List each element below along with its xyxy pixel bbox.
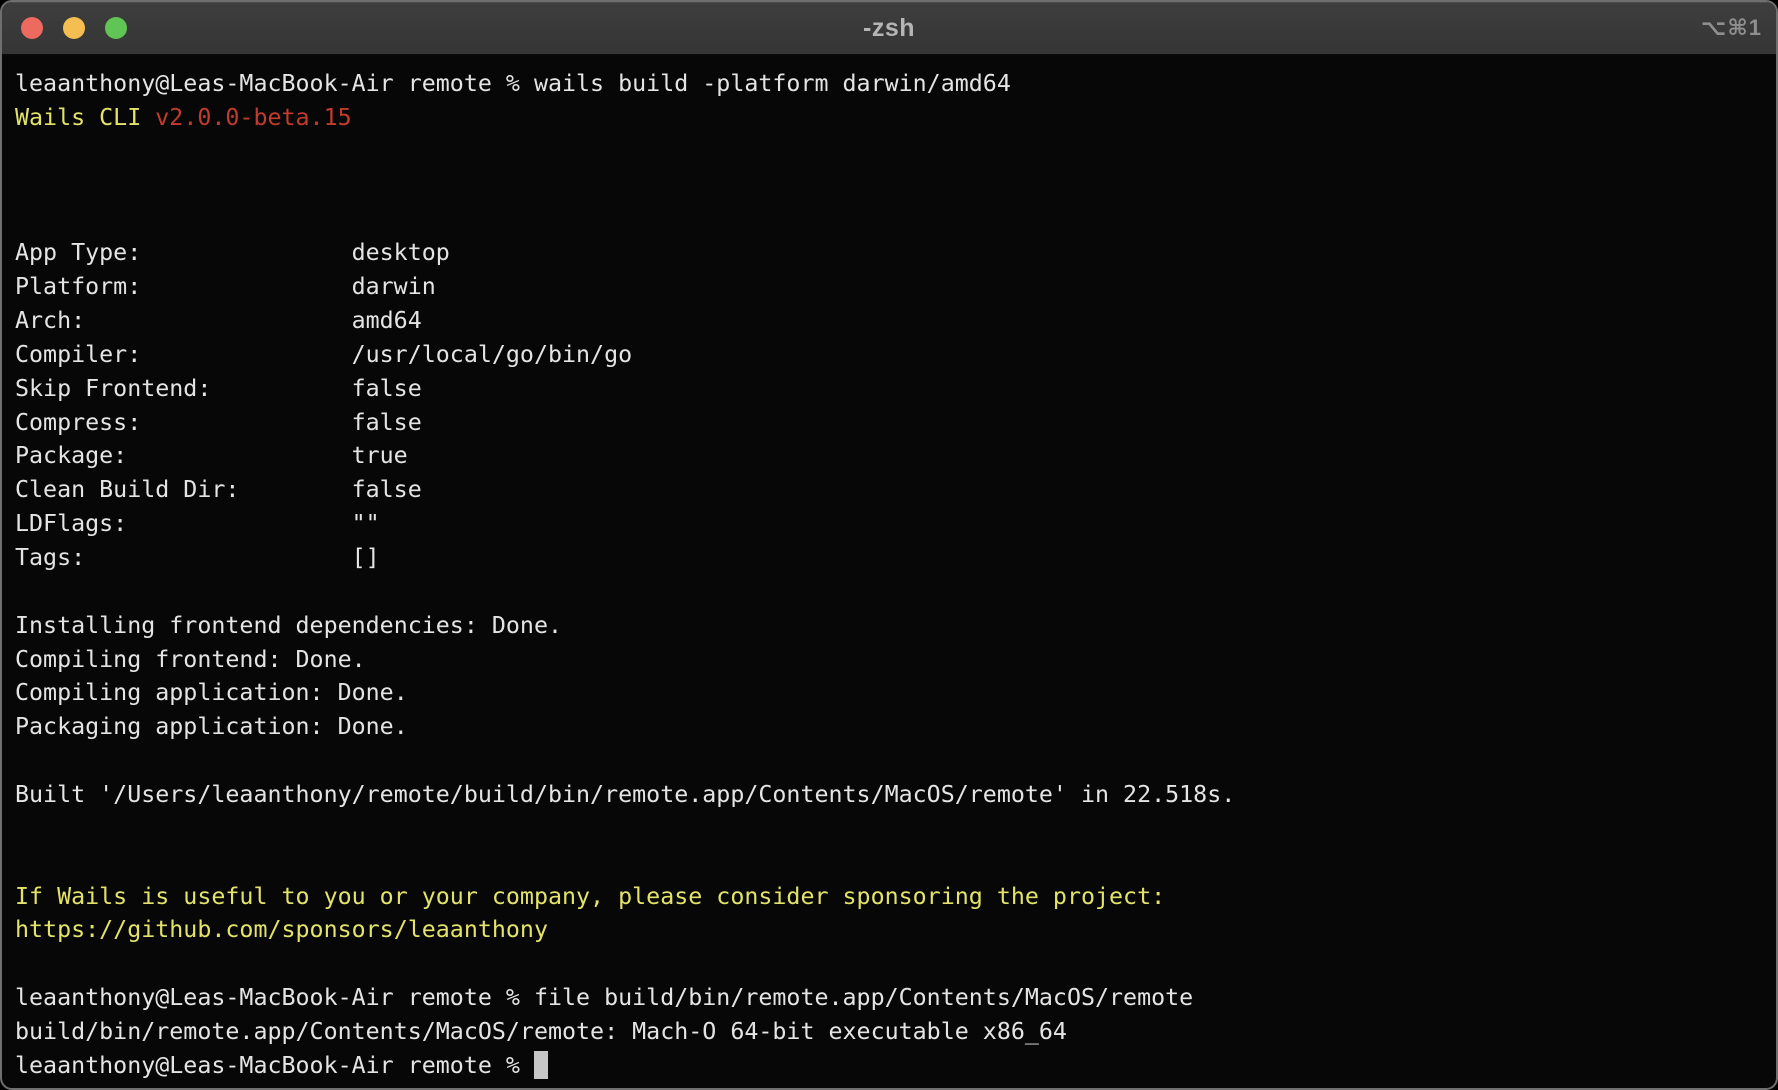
config-value: ""	[352, 510, 380, 537]
window-shortcut-badge: ⌥⌘1	[1701, 2, 1762, 54]
status-line: Packaging application: Done.	[15, 710, 1766, 744]
config-label: Package:	[15, 439, 352, 473]
status-line: Compiling application: Done.	[15, 676, 1766, 710]
config-value: false	[352, 476, 422, 503]
text-segment: Compiling application: Done.	[15, 679, 408, 706]
config-row: App Type:desktop	[15, 236, 1766, 270]
status-line: Installing frontend dependencies: Done.	[15, 609, 1766, 643]
blank-line	[15, 812, 1766, 846]
config-value: /usr/local/go/bin/go	[352, 341, 633, 368]
text-segment: Built '/Users/leaanthony/remote/build/bi…	[15, 781, 1235, 808]
config-value: []	[352, 544, 380, 571]
sponsor-url-line: https://github.com/sponsors/leaanthony	[15, 913, 1766, 947]
config-row: Tags:[]	[15, 541, 1766, 575]
version-line: Wails CLI v2.0.0-beta.15	[15, 101, 1766, 135]
config-value: darwin	[352, 273, 436, 300]
config-row: Platform:darwin	[15, 270, 1766, 304]
terminal-screen[interactable]: leaanthony@Leas-MacBook-Air remote % wai…	[2, 55, 1776, 1088]
config-value: false	[352, 375, 422, 402]
text-segment: Installing frontend dependencies: Done.	[15, 612, 562, 639]
config-value: desktop	[352, 239, 450, 266]
sponsor-line: If Wails is useful to you or your compan…	[15, 880, 1766, 914]
config-value: amd64	[352, 307, 422, 334]
command-line-wails-build: leaanthony@Leas-MacBook-Air remote % wai…	[15, 67, 1766, 101]
config-row: Arch:amd64	[15, 304, 1766, 338]
terminal-cursor	[534, 1051, 548, 1079]
wails-cli-label: Wails CLI	[15, 104, 155, 131]
blank-line	[15, 744, 1766, 778]
config-value: true	[352, 442, 408, 469]
config-row: Skip Frontend:false	[15, 372, 1766, 406]
built-line: Built '/Users/leaanthony/remote/build/bi…	[15, 778, 1766, 812]
config-row: Clean Build Dir:false	[15, 473, 1766, 507]
config-label: Compress:	[15, 406, 352, 440]
blank-line	[15, 947, 1766, 981]
text-segment: leaanthony@Leas-MacBook-Air remote % fil…	[15, 984, 1193, 1011]
config-label: Compiler:	[15, 338, 352, 372]
sponsor-url: https://github.com/sponsors/leaanthony	[15, 916, 548, 943]
status-line: Compiling frontend: Done.	[15, 643, 1766, 677]
text-segment: Packaging application: Done.	[15, 713, 408, 740]
minimize-button[interactable]	[63, 17, 85, 39]
config-row: Compiler:/usr/local/go/bin/go	[15, 338, 1766, 372]
window-titlebar[interactable]: -zsh ⌥⌘1	[2, 2, 1776, 55]
wails-version: v2.0.0-beta.15	[155, 104, 351, 131]
config-row: Compress:false	[15, 406, 1766, 440]
text-segment: leaanthony@Leas-MacBook-Air remote % wai…	[15, 70, 1011, 97]
text-segment: leaanthony@Leas-MacBook-Air remote %	[15, 1052, 534, 1079]
config-value: false	[352, 409, 422, 436]
blank-line	[15, 202, 1766, 236]
blank-line	[15, 169, 1766, 203]
text-segment: Compiling frontend: Done.	[15, 646, 366, 673]
prompt-line: leaanthony@Leas-MacBook-Air remote %	[15, 1049, 1766, 1083]
config-row: LDFlags:""	[15, 507, 1766, 541]
terminal-window: -zsh ⌥⌘1 leaanthony@Leas-MacBook-Air rem…	[0, 0, 1778, 1090]
config-label: Tags:	[15, 541, 352, 575]
config-label: Platform:	[15, 270, 352, 304]
file-output-line: build/bin/remote.app/Contents/MacOS/remo…	[15, 1015, 1766, 1049]
config-row: Package:true	[15, 439, 1766, 473]
config-label: App Type:	[15, 236, 352, 270]
blank-line	[15, 135, 1766, 169]
blank-line	[15, 575, 1766, 609]
traffic-lights	[21, 2, 127, 54]
zoom-button[interactable]	[105, 17, 127, 39]
text-segment: build/bin/remote.app/Contents/MacOS/remo…	[15, 1018, 1067, 1045]
config-label: LDFlags:	[15, 507, 352, 541]
config-label: Clean Build Dir:	[15, 473, 352, 507]
text-segment: If Wails is useful to you or your compan…	[15, 883, 1165, 910]
config-label: Skip Frontend:	[15, 372, 352, 406]
config-label: Arch:	[15, 304, 352, 338]
window-title: -zsh	[863, 14, 915, 43]
blank-line	[15, 846, 1766, 880]
command-line-file: leaanthony@Leas-MacBook-Air remote % fil…	[15, 981, 1766, 1015]
close-button[interactable]	[21, 17, 43, 39]
